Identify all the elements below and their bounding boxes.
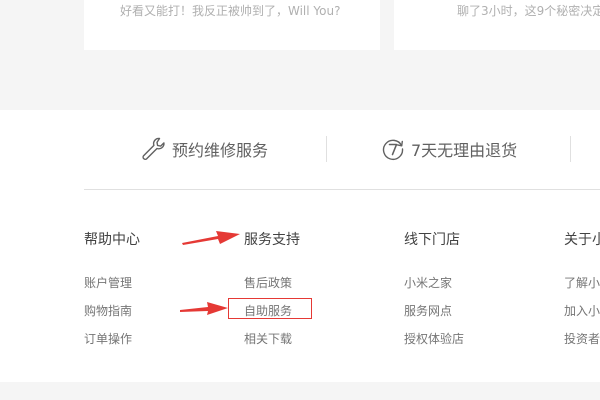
product-card-left-text: 好看又能打！我反正被帅到了，Will You? (120, 4, 341, 18)
annotation-arrow-icon (182, 231, 240, 245)
column-title-service-support: 服务支持 (244, 232, 300, 248)
service-return[interactable]: 7天无理由退货 (381, 134, 517, 164)
column-title-about: 关于小 (564, 232, 600, 248)
seven-day-return-icon (382, 139, 404, 160)
wrench-icon (142, 137, 165, 160)
footer-link-service-points[interactable]: 服务网点 (404, 302, 452, 319)
annotation-arrow-icon (180, 302, 228, 315)
annotation-highlight-box (228, 298, 312, 319)
footer-link-order-ops[interactable]: 订单操作 (84, 330, 132, 347)
footer-link-mi-home[interactable]: 小米之家 (404, 274, 452, 291)
footer-link-join-us[interactable]: 加入小 (564, 302, 600, 319)
service-repair[interactable]: 预约维修服务 (140, 134, 268, 164)
product-card-left[interactable]: 好看又能打！我反正被帅到了，Will You? (84, 0, 380, 50)
service-divider (326, 136, 327, 162)
site-footer: 预约维修服务 7天无理由退货 帮助中心 服务支持 线下门店 关于小 账户管理 购… (0, 110, 600, 382)
footer-link-after-sales[interactable]: 售后政策 (244, 274, 292, 291)
footer-link-shopping-guide[interactable]: 购物指南 (84, 302, 132, 319)
footer-link-account[interactable]: 账户管理 (84, 274, 132, 291)
footer-link-investors[interactable]: 投资者 (564, 330, 600, 347)
bottom-band (0, 382, 600, 400)
column-title-offline-stores: 线下门店 (404, 232, 460, 248)
footer-divider (84, 189, 600, 190)
footer-link-downloads[interactable]: 相关下载 (244, 330, 292, 347)
service-divider (570, 136, 571, 162)
product-card-right-text: 聊了3小时，这9个秘密决定 (457, 4, 600, 18)
top-band: 好看又能打！我反正被帅到了，Will You? 聊了3小时，这9个秘密决定 (0, 0, 600, 110)
footer-link-authorized-stores[interactable]: 授权体验店 (404, 330, 464, 347)
product-card-right[interactable]: 聊了3小时，这9个秘密决定 (394, 0, 600, 50)
footer-link-about-us[interactable]: 了解小 (564, 274, 600, 291)
column-title-help-center: 帮助中心 (84, 232, 140, 248)
service-return-label: 7天无理由退货 (411, 141, 518, 160)
service-repair-label: 预约维修服务 (172, 141, 269, 160)
